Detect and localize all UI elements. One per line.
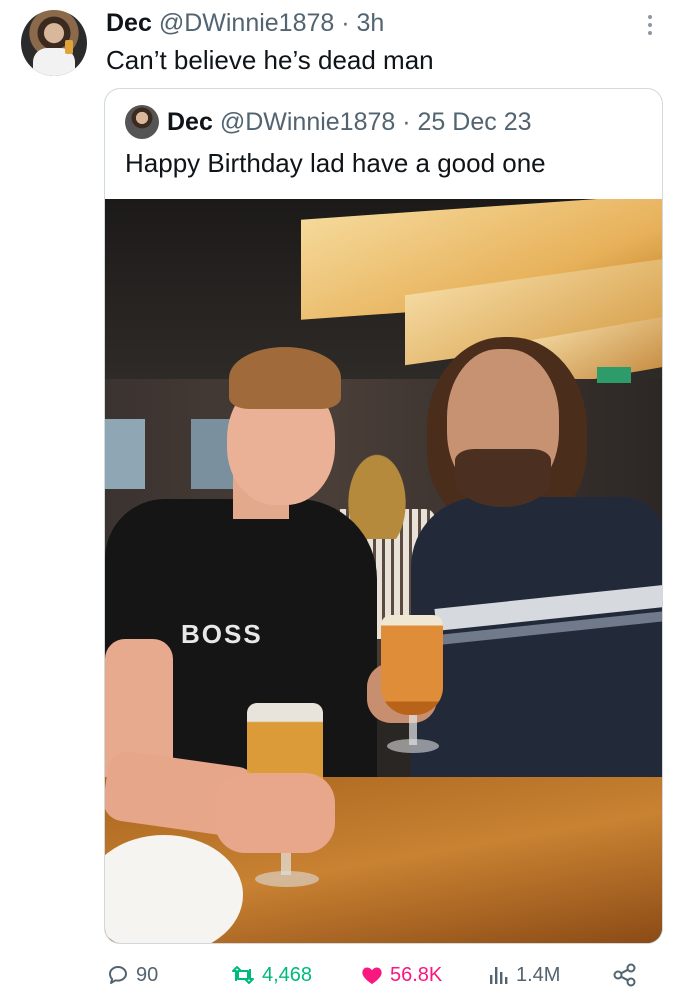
like-button[interactable]: 56.8K <box>360 955 442 995</box>
reply-icon <box>109 966 127 984</box>
wine-glass-beer <box>381 615 443 715</box>
heart-icon <box>362 967 382 984</box>
tweet-header: Dec @DWinnie1878 · 3h <box>106 8 384 38</box>
quote-header: Dec @DWinnie1878 · 25 Dec 23 <box>167 107 532 137</box>
glass-base <box>387 739 439 753</box>
quote-date: 25 Dec 23 <box>417 108 532 136</box>
reply-button[interactable]: 90 <box>106 955 158 995</box>
glass-base <box>255 871 319 887</box>
more-icon[interactable] <box>640 10 660 40</box>
photo-window <box>105 419 145 489</box>
person-right-body <box>411 497 662 809</box>
person-right-beard <box>455 449 551 507</box>
retweet-icon <box>232 966 254 984</box>
person-left-hand <box>215 773 335 853</box>
tweet: Dec @DWinnie1878 · 3h Can’t believe he’s… <box>0 0 684 1000</box>
views-count: 1.4M <box>516 963 561 986</box>
exit-sign <box>597 367 631 383</box>
quote-author-avatar[interactable] <box>125 105 159 139</box>
tweet-text: Can’t believe he’s dead man <box>106 45 434 75</box>
reply-count: 90 <box>136 963 159 986</box>
person-left-hair <box>229 347 341 409</box>
share-button[interactable] <box>612 955 638 995</box>
views-button[interactable]: 1.4M <box>488 955 560 995</box>
quote-author-name: Dec <box>167 108 213 136</box>
quote-author-handle: @DWinnie1878 <box>219 108 396 136</box>
quote-photo[interactable]: BOSS <box>105 199 662 943</box>
views-icon <box>490 967 508 984</box>
header-separator: · <box>341 9 350 37</box>
quote-separator: · <box>402 108 411 136</box>
author-name[interactable]: Dec <box>106 9 152 37</box>
share-icon <box>613 963 636 987</box>
action-bar: 90 4,468 56.8K 1.4M <box>0 955 684 995</box>
tweet-time[interactable]: 3h <box>357 9 385 37</box>
retweet-count: 4,468 <box>262 963 313 986</box>
avatar-glass <box>65 40 73 54</box>
quote-text: Happy Birthday lad have a good one <box>125 148 546 178</box>
retweet-button[interactable]: 4,468 <box>230 955 312 995</box>
quoted-tweet[interactable]: Dec @DWinnie1878 · 25 Dec 23 Happy Birth… <box>104 88 663 944</box>
like-count: 56.8K <box>390 963 443 986</box>
shirt-logo: BOSS <box>181 619 263 649</box>
author-avatar[interactable] <box>21 10 87 76</box>
author-handle[interactable]: @DWinnie1878 <box>159 9 334 37</box>
